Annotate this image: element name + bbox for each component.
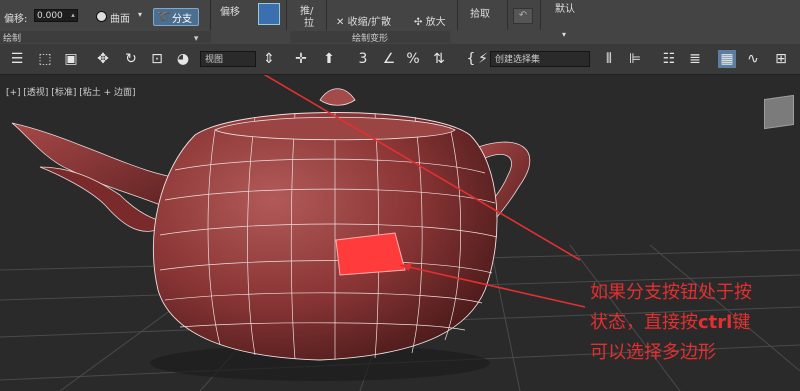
branch-button[interactable]: ➰ 分支 xyxy=(153,8,199,26)
percent-snap-icon[interactable]: % xyxy=(404,50,422,68)
default-button[interactable]: 默认 xyxy=(555,0,575,15)
perspective-viewport[interactable]: [+] [透视] [标准] [粘土 + 边面] 如果分支按钮处于按 状态，直接按… xyxy=(0,75,800,391)
place-icon[interactable]: ◕ xyxy=(174,50,192,68)
angle-snap-icon[interactable]: ∠ xyxy=(380,50,398,68)
selection-set-value: 创建选择集 xyxy=(495,55,541,65)
ribbon-toggle-icon[interactable]: ▦ xyxy=(718,50,736,68)
selection-set-dropdown[interactable]: 创建选择集 xyxy=(490,51,590,67)
surface-label: 曲面 xyxy=(110,14,130,25)
chevron-down-icon[interactable]: ▾ xyxy=(138,10,142,19)
schematic-view-icon[interactable]: ⊞ xyxy=(772,50,790,68)
ribbon: 偏移: 0.000 ▴ 曲面 ▾ ➰ 分支 绘制 ▾ 偏移 推/ 拉 ✕ 收缩/… xyxy=(0,0,800,45)
select-list-icon[interactable]: ☰ xyxy=(8,50,26,68)
enlarge-icon: ✣ xyxy=(414,17,423,28)
branch-label: 分支 xyxy=(172,14,192,25)
annotation-line-3: 可以选择多边形 xyxy=(590,342,716,363)
branch-icon: ➰ xyxy=(157,10,171,23)
annotation-line-1: 如果分支按钮处于按 xyxy=(590,282,752,303)
viewport-label[interactable]: [+] [透视] [标准] [粘土 + 边面] xyxy=(6,85,135,98)
annotation-line-2: 状态，直接按ctrl键 xyxy=(590,308,750,334)
viewcube-icon[interactable] xyxy=(764,94,794,130)
pivot-icon[interactable]: ⇕ xyxy=(260,50,278,68)
surface-radio[interactable] xyxy=(96,11,107,22)
teapot-knob xyxy=(319,88,356,106)
main-toolbar: ☰ ⬚ ▣ ✥ ↻ ⊡ ◕ 视图 ⇕ ✛ ⬆ 3 ∠ % ⇅ { ⚡ 创建选择集… xyxy=(0,44,800,75)
layer-explorer-icon[interactable]: ☷ xyxy=(660,50,678,68)
rect-select-icon[interactable]: ⬚ xyxy=(36,50,54,68)
select-manipulate-icon[interactable]: ✛ xyxy=(292,50,310,68)
align-icon[interactable]: ⊫ xyxy=(626,50,644,68)
pick-button[interactable]: 拾取 xyxy=(470,5,490,20)
offset-button[interactable]: 偏移 xyxy=(220,3,240,18)
shrink-expand-label: 收缩/扩散 xyxy=(347,17,391,28)
window-select-icon[interactable]: ▣ xyxy=(62,50,80,68)
rotate-icon[interactable]: ↻ xyxy=(122,50,140,68)
selected-polygon xyxy=(335,232,406,276)
scale-icon[interactable]: ⊡ xyxy=(148,50,166,68)
mirror-icon[interactable]: ⫴ xyxy=(600,50,618,68)
view-dropdown[interactable]: 视图 xyxy=(200,51,256,67)
curve-editor-icon[interactable]: ∿ xyxy=(744,50,762,68)
shrink-icon: ✕ xyxy=(336,17,345,28)
snap-3d-icon[interactable]: 3 xyxy=(354,50,372,68)
draw-section-title: 绘制 xyxy=(3,34,22,44)
section-chevron-icon[interactable]: ▾ xyxy=(194,34,199,44)
spinner-snap-icon[interactable]: ⇅ xyxy=(430,50,448,68)
default-dropdown-icon[interactable]: ▾ xyxy=(562,30,566,39)
offset-label: 偏移: xyxy=(4,14,28,25)
draw-section-label: 绘制 ▾ xyxy=(0,31,211,44)
enlarge-label: 放大 xyxy=(425,17,446,28)
enlarge-button[interactable]: ✣ 放大 xyxy=(414,13,446,28)
move-icon[interactable]: ✥ xyxy=(94,50,112,68)
shrink-expand-button[interactable]: ✕ 收缩/扩散 xyxy=(336,13,391,28)
annotation-ctrl-key: ctrl xyxy=(698,312,733,333)
view-dropdown-value: 视图 xyxy=(205,55,224,65)
push-label-2[interactable]: 拉 xyxy=(304,14,314,29)
keyboard-shortcut-icon[interactable]: ⬆ xyxy=(320,50,338,68)
offset-tool-icon[interactable] xyxy=(258,3,280,25)
undo-icon[interactable]: ↶ xyxy=(513,8,533,24)
annotation-line-2-suffix: 键 xyxy=(732,312,751,333)
annotation-line-2-prefix: 状态，直接按 xyxy=(590,312,698,333)
spinner-icon[interactable]: ▴ xyxy=(68,9,78,22)
layers-icon[interactable]: ≣ xyxy=(686,50,704,68)
deform-section-label: 绘制变形 xyxy=(290,31,450,44)
